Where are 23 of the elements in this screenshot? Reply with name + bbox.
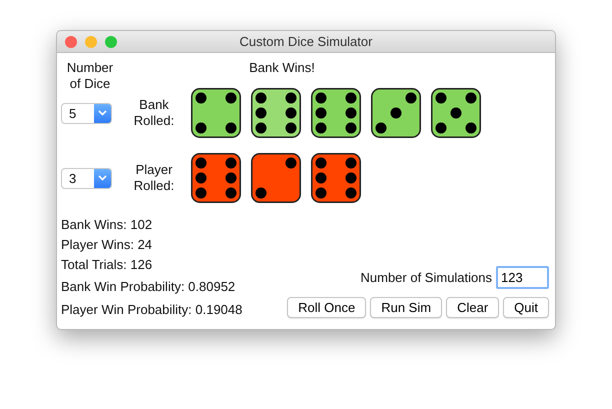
number-of-dice-heading: Number of Dice: [66, 60, 114, 92]
action-button[interactable]: Run Sim: [370, 297, 442, 318]
action-button[interactable]: Clear: [446, 297, 500, 318]
roll-label: Player Rolled:: [132, 162, 176, 194]
stat-text: Bank Wins: 102: [61, 216, 154, 234]
action-button[interactable]: Quit: [503, 297, 549, 318]
chevron-down-icon: [98, 110, 107, 116]
stat-text: Bank Win Probability: 0.80952: [61, 278, 236, 296]
simulations-label: Number of Simulations: [360, 268, 492, 287]
result-text: Bank Wins!: [249, 60, 315, 75]
close-icon[interactable]: [65, 36, 77, 48]
simulations-input[interactable]: 123: [496, 266, 549, 289]
zoom-icon[interactable]: [105, 36, 117, 48]
dice-count-dropdown[interactable]: 5: [61, 102, 112, 124]
chevron-down-icon: [98, 175, 107, 181]
minimize-icon[interactable]: [85, 36, 97, 48]
action-button[interactable]: Roll Once: [287, 297, 366, 318]
stat-text: Total Trials: 126: [61, 256, 154, 274]
stat-text: Player Wins: 24: [61, 236, 154, 254]
roll-label: Bank Rolled:: [132, 97, 176, 129]
stat-text: Player Win Probability: 0.19048: [61, 301, 242, 319]
dice-count-dropdown[interactable]: 3: [61, 168, 112, 188]
window-title: Custom Dice Simulator: [240, 34, 372, 49]
